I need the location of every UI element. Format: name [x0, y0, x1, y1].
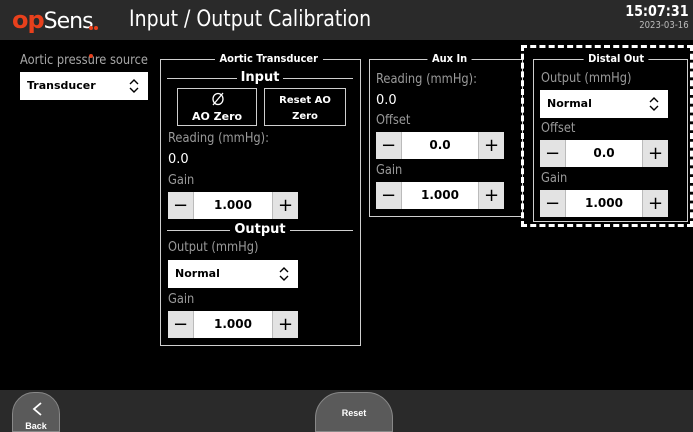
- aux-in-title: Aux In: [427, 52, 472, 66]
- gain-value[interactable]: 1.000: [566, 190, 642, 217]
- back-button[interactable]: Back: [12, 392, 60, 432]
- gain-decrease-button[interactable]: −: [168, 192, 194, 219]
- aortic-transducer-title: Aortic Transducer: [214, 52, 323, 66]
- aux-offset-stepper[interactable]: − 0.0 +: [376, 132, 504, 159]
- transducer-gain-label: Gain: [168, 173, 195, 188]
- aortic-source-value: Transducer: [27, 79, 96, 92]
- logo-dots-icon: [89, 8, 103, 58]
- back-chevron-icon: [32, 402, 42, 416]
- transducer-gain-stepper[interactable]: − 1.000 +: [168, 192, 298, 219]
- opsens-logo: opSens: [12, 6, 98, 58]
- aux-reading-value: 0.0: [376, 93, 397, 108]
- gain-value[interactable]: 1.000: [194, 311, 272, 338]
- clock-date: 2023-03-16: [639, 20, 689, 31]
- ao-zero-label: AO Zero: [191, 110, 243, 123]
- transducer-output-select[interactable]: Normal: [168, 260, 298, 288]
- offset-increase-button[interactable]: +: [478, 132, 504, 159]
- aux-gain-label: Gain: [376, 163, 403, 178]
- ao-zero-button[interactable]: AO Zero: [177, 88, 257, 126]
- distal-gain-label: Gain: [541, 171, 568, 186]
- gain-increase-button[interactable]: +: [642, 190, 668, 217]
- distal-gain-stepper[interactable]: − 1.000 +: [540, 190, 668, 217]
- distal-offset-label: Offset: [541, 121, 576, 136]
- select-chevron-icon: [649, 97, 659, 111]
- reset-ao-label: Reset AO: [279, 95, 331, 106]
- gain-increase-button[interactable]: +: [272, 192, 298, 219]
- gain-decrease-button[interactable]: −: [168, 311, 194, 338]
- reset-button[interactable]: Reset: [315, 392, 393, 432]
- select-chevron-icon: [279, 267, 289, 281]
- transducer-reading-value: 0.0: [168, 152, 189, 167]
- gain-decrease-button[interactable]: −: [376, 182, 402, 209]
- gain-decrease-button[interactable]: −: [540, 190, 566, 217]
- gain-value[interactable]: 1.000: [402, 182, 478, 209]
- distal-out-title: Distal Out: [583, 52, 649, 66]
- clock: 15:07:31 2023-03-16: [614, 3, 689, 32]
- page-title: Input / Output Calibration: [129, 7, 372, 32]
- offset-value[interactable]: 0.0: [402, 132, 478, 159]
- gain-increase-button[interactable]: +: [272, 311, 298, 338]
- offset-value[interactable]: 0.0: [566, 140, 642, 167]
- transducer-output-value: Normal: [175, 267, 220, 280]
- aortic-source-select[interactable]: Transducer: [20, 72, 148, 100]
- zero-slash-icon: [212, 92, 224, 106]
- aortic-source-label: Aortic pressure source: [20, 53, 148, 68]
- aux-offset-label: Offset: [376, 113, 411, 128]
- reset-ao-zero-button[interactable]: Reset AO Zero: [264, 88, 346, 126]
- transducer-output-gain-label: Gain: [168, 292, 195, 307]
- back-label: Back: [25, 421, 47, 431]
- offset-decrease-button[interactable]: −: [376, 132, 402, 159]
- aux-gain-stepper[interactable]: − 1.000 +: [376, 182, 504, 209]
- transducer-output-gain-stepper[interactable]: − 1.000 +: [168, 311, 298, 338]
- offset-increase-button[interactable]: +: [642, 140, 668, 167]
- offset-decrease-button[interactable]: −: [540, 140, 566, 167]
- output-heading: Output: [167, 222, 353, 238]
- select-chevron-icon: [129, 79, 139, 93]
- distal-offset-stepper[interactable]: − 0.0 +: [540, 140, 668, 167]
- distal-output-value: Normal: [547, 97, 592, 110]
- distal-output-select[interactable]: Normal: [540, 90, 668, 118]
- aux-reading-label: Reading (mmHg):: [376, 72, 478, 87]
- transducer-reading-label: Reading (mmHg):: [168, 131, 270, 146]
- transducer-output-label: Output (mmHg): [168, 240, 259, 255]
- distal-output-label: Output (mmHg): [541, 71, 632, 86]
- clock-time: 15:07:31: [625, 2, 689, 20]
- gain-increase-button[interactable]: +: [478, 182, 504, 209]
- reset-ao-label-2: Zero: [292, 111, 318, 122]
- input-heading: Input: [167, 70, 353, 86]
- gain-value[interactable]: 1.000: [194, 192, 272, 219]
